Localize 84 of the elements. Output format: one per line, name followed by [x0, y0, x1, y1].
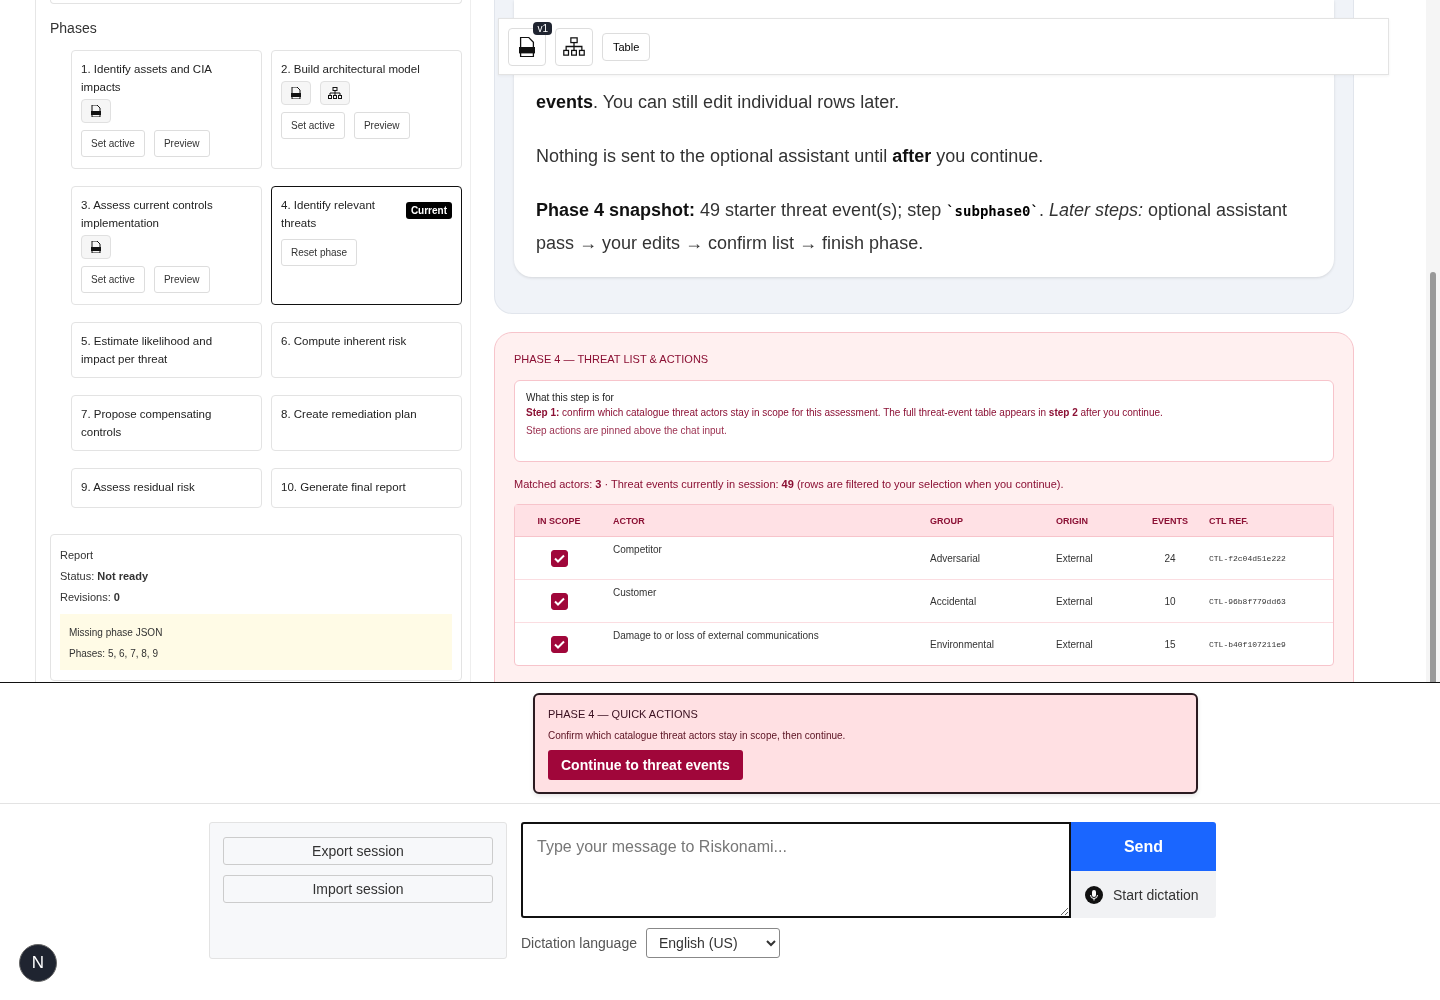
- json-file-icon: [91, 241, 101, 253]
- hierarchy-button[interactable]: [555, 27, 593, 66]
- info-title: What this step is for: [526, 391, 615, 405]
- phases-heading: Phases: [50, 20, 98, 36]
- hierarchy-icon: [328, 87, 342, 99]
- json-file-button[interactable]: [81, 99, 111, 123]
- json-file-button[interactable]: [281, 81, 311, 105]
- check-icon: [553, 553, 565, 563]
- warning-detail: Phases: 5, 6, 7, 8, 9: [69, 647, 159, 661]
- language-select[interactable]: English (US): [646, 928, 780, 958]
- phase-title: 4. Identify relevant threats: [281, 198, 376, 231]
- phase-action-button[interactable]: Set active: [281, 112, 345, 139]
- phase-title: 10. Generate final report: [281, 480, 407, 495]
- current-badge: Current: [405, 202, 452, 219]
- quick-actions-text: Confirm which catalogue threat actors stay in scope, then continue.: [548, 730, 847, 741]
- scope-checkbox[interactable]: [550, 592, 568, 610]
- table-cell: Competitor: [603, 537, 929, 580]
- table-cell: Accidental: [929, 580, 1055, 623]
- phase-title: 3. Assess current controls implementation: [81, 198, 214, 231]
- report-title: Report: [60, 548, 95, 563]
- table-cell: External: [1055, 537, 1141, 580]
- json-file-icon: [291, 87, 301, 99]
- warning-title: Missing phase JSON: [69, 626, 164, 640]
- message-paragraph: Phase 4 snapshot: 49 starter threat event(s); step `subphase0`. Later steps: optional assistant pass → your edits → confirm list → finish phase.: [536, 199, 1289, 255]
- table-button[interactable]: Table: [602, 32, 651, 61]
- phase-title: 2. Build architectural model: [281, 62, 421, 77]
- column-header: EVENTS: [1141, 505, 1208, 537]
- phase-title: 6. Compute inherent risk: [281, 334, 408, 349]
- report-revisions: Revisions: 0: [60, 590, 121, 605]
- table-cell: CTL-96b8f779dd63: [1208, 580, 1333, 623]
- language-label: Dictation language: [521, 935, 637, 951]
- table-cell: Adversarial: [929, 537, 1055, 580]
- table-cell: External: [1055, 580, 1141, 623]
- avatar-button[interactable]: N: [19, 944, 57, 982]
- json-file-button[interactable]: [81, 235, 111, 259]
- phase-title: 7. Propose compensating controls: [81, 407, 213, 440]
- phase-title: 5. Estimate likelihood and impact per threat: [81, 334, 214, 367]
- dictation-button[interactable]: Start dictation: [1071, 871, 1216, 918]
- table-cell-text: CTL-b40f107211e9: [1208, 638, 1287, 651]
- check-icon: [553, 639, 565, 649]
- scope-checkbox[interactable]: [550, 635, 568, 653]
- json-file-icon: [519, 36, 535, 57]
- column-header: GROUP: [929, 505, 1055, 537]
- info-note: Step actions are pinned above the chat input.: [526, 424, 728, 438]
- phase-title: 9. Assess residual risk: [81, 480, 196, 495]
- table-cell-text: Environmental: [929, 637, 995, 652]
- phase-action-button[interactable]: Set active: [81, 266, 145, 293]
- version-badge: v1: [533, 21, 552, 35]
- summary-text: Matched actors: 3 · Threat events currently in session: 49 (rows are filtered to your selection when you continue).: [514, 478, 1065, 490]
- phase-action-button[interactable]: Preview: [353, 112, 410, 139]
- panel-title: PHASE 4 — THREAT LIST & ACTIONS: [514, 353, 710, 365]
- table-cell: Customer: [603, 580, 929, 623]
- phase-action-button[interactable]: Reset phase: [281, 239, 358, 266]
- table-cell: 10: [1141, 580, 1208, 623]
- phase-action-button[interactable]: Preview: [153, 266, 210, 293]
- column-header: IN SCOPE: [515, 505, 603, 537]
- hierarchy-icon: [563, 37, 585, 56]
- table-cell: CTL-f2c04d51e222: [1208, 537, 1333, 580]
- column-header: CTL REF.: [1208, 505, 1333, 537]
- check-icon: [553, 596, 565, 606]
- message-paragraph: Nothing is sent to the optional assistant until after you continue.: [536, 145, 1045, 168]
- report-status: Status: Not ready: [60, 569, 150, 584]
- table-cell-text: External: [1055, 637, 1094, 652]
- phase-title: 8. Create remediation plan: [281, 407, 418, 422]
- phase-title: 1. Identify assets and CIA impacts: [81, 62, 213, 95]
- table-cell-text: 15: [1163, 637, 1177, 652]
- phase-action-button[interactable]: Set active: [81, 130, 145, 157]
- info-text: Step 1: confirm which catalogue threat actors stay in scope for this assessment. The full threat-event table appears in step 2 after you continue.: [526, 406, 1164, 420]
- session-button[interactable]: Import session: [223, 875, 493, 903]
- message-paragraph: events. You can still edit individual rows later.: [536, 91, 901, 114]
- column-header: ORIGIN: [1055, 505, 1141, 537]
- continue-button[interactable]: Continue to threat events: [548, 750, 743, 780]
- table-cell: 24: [1141, 537, 1208, 580]
- hierarchy-button[interactable]: [320, 81, 350, 105]
- table-cell-text: Damage to or loss of external communications: [612, 629, 820, 643]
- send-button[interactable]: Send: [1071, 822, 1216, 871]
- scope-checkbox[interactable]: [550, 549, 568, 567]
- session-button[interactable]: Export session: [223, 837, 493, 865]
- phase-action-button[interactable]: Preview: [153, 130, 210, 157]
- message-input[interactable]: Type your message to Riskonami...: [521, 822, 1071, 918]
- microphone-icon: [1085, 885, 1103, 904]
- quick-actions-title: PHASE 4 — QUICK ACTIONS: [548, 708, 699, 720]
- json-file-icon: [91, 105, 101, 117]
- column-header: ACTOR: [603, 505, 929, 537]
